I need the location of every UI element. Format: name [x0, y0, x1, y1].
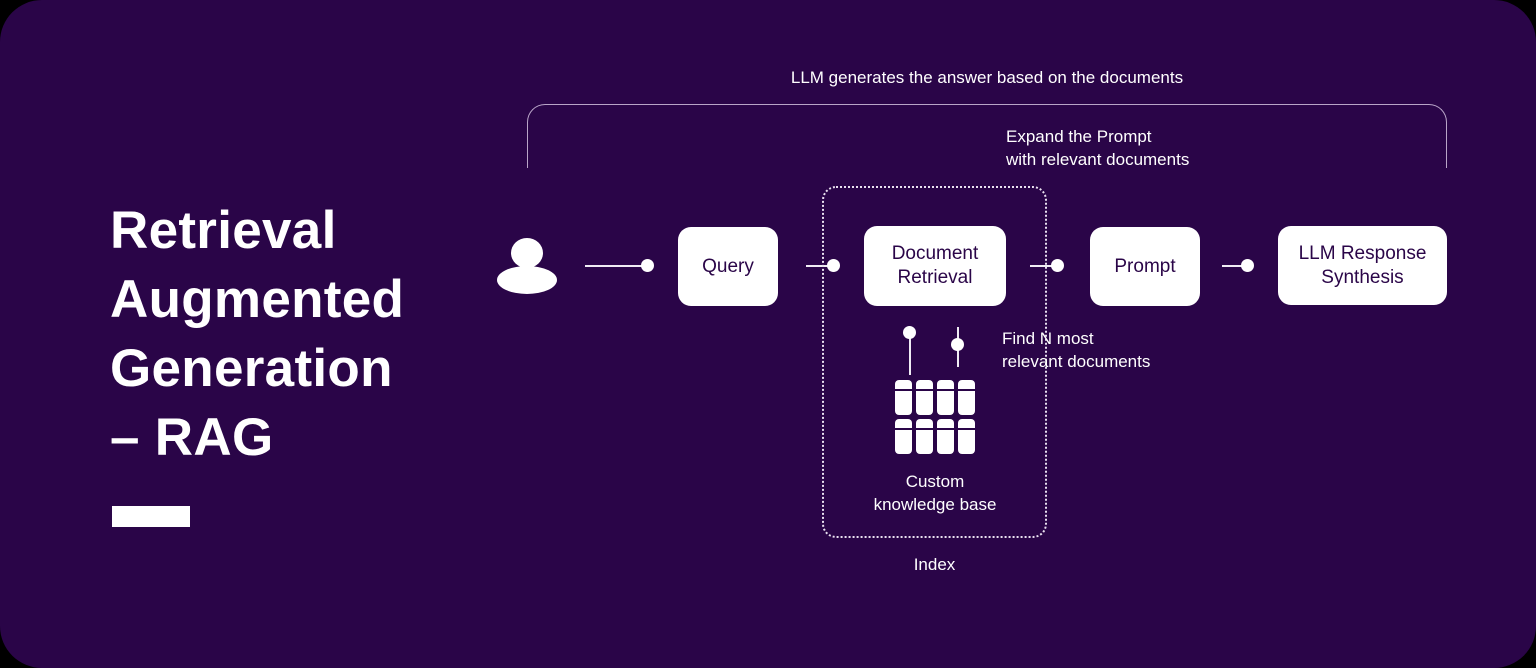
- diagram-canvas: Retrieval Augmented Generation – RAG LLM…: [0, 0, 1536, 668]
- document-icon: [916, 380, 933, 415]
- connector-dot-kb-down: [951, 338, 964, 351]
- flow-box-document-retrieval[interactable]: Document Retrieval: [864, 226, 1006, 306]
- connector-dot-user-to-query: [641, 259, 654, 272]
- flow-box-query[interactable]: Query: [678, 227, 778, 306]
- connector-dot-prompt-to-llm-response: [1241, 259, 1254, 272]
- connector-dot-kb-up: [903, 326, 916, 339]
- document-icon: [895, 380, 912, 415]
- document-icon: [937, 380, 954, 415]
- documents-grid-icon: [895, 380, 975, 456]
- document-icon: [958, 419, 975, 454]
- document-icon: [937, 419, 954, 454]
- caption-llm-generates-answer: LLM generates the answer based on the do…: [790, 68, 1184, 87]
- connector-dot-retrieval-to-prompt: [1051, 259, 1064, 272]
- title-underline-bar: [112, 506, 190, 527]
- user-icon-head: [511, 238, 543, 268]
- flow-box-prompt[interactable]: Prompt: [1090, 227, 1200, 306]
- connector-kb-up: [909, 333, 911, 375]
- connector-user-to-query: [585, 265, 647, 267]
- user-icon-body: [497, 266, 557, 294]
- document-icon: [916, 419, 933, 454]
- index-label: Index: [913, 555, 956, 574]
- page-title: Retrieval Augmented Generation – RAG: [110, 201, 405, 467]
- flow-box-llm-response-synthesis[interactable]: LLM Response Synthesis: [1278, 226, 1447, 305]
- document-icon: [895, 419, 912, 454]
- diagram-card: Retrieval Augmented Generation – RAG LLM…: [0, 0, 1536, 668]
- custom-knowledge-base-label: Custom knowledge base: [873, 472, 997, 514]
- caption-find-relevant-documents: Find N most relevant documents: [1002, 329, 1151, 371]
- caption-expand-prompt: Expand the Prompt with relevant document…: [1006, 127, 1190, 169]
- document-icon: [958, 380, 975, 415]
